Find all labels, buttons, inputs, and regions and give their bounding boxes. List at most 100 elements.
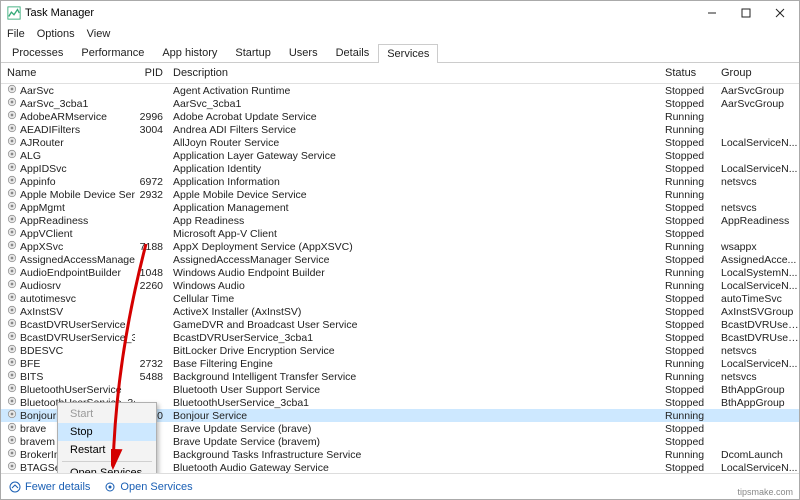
service-name: AppIDSvc <box>20 163 67 175</box>
service-row[interactable]: AJRouterAllJoyn Router ServiceStoppedLoc… <box>1 136 799 149</box>
service-status: Stopped <box>665 345 721 357</box>
service-row[interactable]: Appinfo6972Application InformationRunnin… <box>1 175 799 188</box>
service-name: AarSvc <box>20 85 54 97</box>
close-button[interactable] <box>763 2 797 24</box>
service-status: Stopped <box>665 98 721 110</box>
service-status: Stopped <box>665 150 721 162</box>
service-row[interactable]: BluetoothUserService Bluetooth User Suppo… <box>1 383 799 396</box>
menu-view[interactable]: View <box>87 28 111 40</box>
service-group: AssignedAcce... <box>721 254 799 266</box>
tab-details[interactable]: Details <box>327 43 379 62</box>
service-status: Stopped <box>665 85 721 97</box>
service-group: AarSvcGroup <box>721 85 799 97</box>
service-name: BITS <box>20 371 43 383</box>
col-pid[interactable]: PID <box>135 67 169 79</box>
service-group: netsvcs <box>721 345 799 357</box>
service-group: AppReadiness <box>721 215 799 227</box>
open-services-link[interactable]: Open Services <box>104 481 192 493</box>
service-row[interactable]: AudioEndpointBuilder1048Windows Audio En… <box>1 266 799 279</box>
service-row[interactable]: AssignedAccessManagerSvcAssignedAccessMa… <box>1 253 799 266</box>
service-desc: Base Filtering Engine <box>169 358 665 370</box>
col-name[interactable]: Name <box>7 67 135 79</box>
service-row[interactable]: BDESVCBitLocker Drive Encryption Service… <box>1 344 799 357</box>
service-desc: BcastDVRUserService_3cba1 <box>169 332 665 344</box>
service-row[interactable]: AEADIFilters3004Andrea ADI Filters Servi… <box>1 123 799 136</box>
service-row[interactable]: AarSvc_3cba1AarSvc_3cba1StoppedAarSvcGro… <box>1 97 799 110</box>
service-status: Stopped <box>665 215 721 227</box>
service-row[interactable]: BFE2732Base Filtering EngineRunningLocal… <box>1 357 799 370</box>
service-group: LocalServiceN... <box>721 163 799 175</box>
fewer-details-link[interactable]: Fewer details <box>9 481 90 493</box>
service-row[interactable]: AarSvcAgent Activation RuntimeStoppedAar… <box>1 84 799 97</box>
service-name: AssignedAccessManagerSvc <box>20 254 135 266</box>
gear-icon <box>7 253 17 266</box>
service-row[interactable]: BITS5488Background Intelligent Transfer … <box>1 370 799 383</box>
maximize-button[interactable] <box>729 2 763 24</box>
gear-icon <box>7 97 17 110</box>
service-name: AJRouter <box>20 137 64 149</box>
service-status: Running <box>665 241 721 253</box>
service-desc: GameDVR and Broadcast User Service <box>169 319 665 331</box>
context-open-services[interactable]: Open Services <box>58 464 156 473</box>
service-status: Running <box>665 371 721 383</box>
service-desc: Application Identity <box>169 163 665 175</box>
service-status: Stopped <box>665 332 721 344</box>
gear-icon <box>7 266 17 279</box>
col-group[interactable]: Group <box>721 67 799 79</box>
service-row[interactable]: AxInstSVActiveX Installer (AxInstSV)Stop… <box>1 305 799 318</box>
menu-options[interactable]: Options <box>37 28 75 40</box>
service-group: netsvcs <box>721 176 799 188</box>
services-icon <box>104 481 116 493</box>
gear-icon <box>7 396 17 409</box>
tab-app-history[interactable]: App history <box>153 43 226 62</box>
service-row[interactable]: AdobeARMservice2996Adobe Acrobat Update … <box>1 110 799 123</box>
service-row[interactable]: AppReadinessApp ReadinessStoppedAppReadi… <box>1 214 799 227</box>
service-row[interactable]: ALGApplication Layer Gateway ServiceStop… <box>1 149 799 162</box>
service-status: Stopped <box>665 436 721 448</box>
tab-processes[interactable]: Processes <box>3 43 72 62</box>
tab-services[interactable]: Services <box>378 44 438 63</box>
service-group: AarSvcGroup <box>721 98 799 110</box>
service-status: Stopped <box>665 306 721 318</box>
service-desc: Bluetooth User Support Service <box>169 384 665 396</box>
service-row[interactable]: BcastDVRUserServiceGameDVR and Broadcast… <box>1 318 799 331</box>
service-desc: App Readiness <box>169 215 665 227</box>
menubar: File Options View <box>1 25 799 43</box>
service-name: autotimesvc <box>20 293 76 305</box>
service-name: AdobeARMservice <box>20 111 107 123</box>
menu-file[interactable]: File <box>7 28 25 40</box>
service-desc: Application Layer Gateway Service <box>169 150 665 162</box>
service-group: netsvcs <box>721 202 799 214</box>
service-row[interactable]: AppIDSvcApplication IdentityStoppedLocal… <box>1 162 799 175</box>
col-desc[interactable]: Description <box>169 67 665 79</box>
service-row[interactable]: AppMgmtApplication ManagementStoppednets… <box>1 201 799 214</box>
gear-icon <box>7 136 17 149</box>
tab-users[interactable]: Users <box>280 43 327 62</box>
gear-icon <box>7 435 17 448</box>
service-row[interactable]: Apple Mobile Device Service2932Apple Mob… <box>1 188 799 201</box>
gear-icon <box>7 149 17 162</box>
col-status[interactable]: Status <box>665 67 721 79</box>
minimize-button[interactable] <box>695 2 729 24</box>
gear-icon <box>7 214 17 227</box>
service-status: Stopped <box>665 462 721 474</box>
service-row[interactable]: AppVClientMicrosoft App-V ClientStopped <box>1 227 799 240</box>
context-stop[interactable]: Stop <box>58 423 156 441</box>
tab-startup[interactable]: Startup <box>226 43 279 62</box>
service-row[interactable]: AppXSvc7188AppX Deployment Service (AppX… <box>1 240 799 253</box>
window-title: Task Manager <box>25 7 94 19</box>
context-restart[interactable]: Restart <box>58 441 156 459</box>
service-name: BluetoothUserService <box>20 384 122 396</box>
titlebar: Task Manager <box>1 1 799 25</box>
service-name: Appinfo <box>20 176 56 188</box>
service-desc: Cellular Time <box>169 293 665 305</box>
service-group: LocalSystemN... <box>721 267 799 279</box>
service-group: autoTimeSvc <box>721 293 799 305</box>
service-row[interactable]: autotimesvcCellular TimeStoppedautoTimeS… <box>1 292 799 305</box>
service-row[interactable]: BcastDVRUserService_3cba1BcastDVRUserSer… <box>1 331 799 344</box>
gear-icon <box>7 110 17 123</box>
service-row[interactable]: Audiosrv2260Windows AudioRunningLocalSer… <box>1 279 799 292</box>
service-group: DcomLaunch <box>721 449 799 461</box>
service-desc: Application Management <box>169 202 665 214</box>
tab-performance[interactable]: Performance <box>72 43 153 62</box>
